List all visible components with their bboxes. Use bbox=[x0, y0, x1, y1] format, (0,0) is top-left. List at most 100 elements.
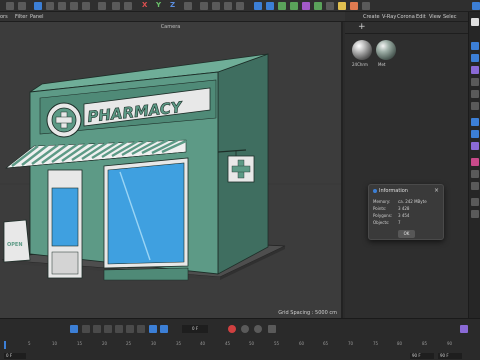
render-settings-icon[interactable] bbox=[224, 2, 232, 10]
array-icon[interactable] bbox=[290, 2, 298, 10]
tick-label: 45 bbox=[225, 341, 231, 346]
brush-icon[interactable] bbox=[98, 2, 106, 10]
lock-icon[interactable] bbox=[124, 2, 132, 10]
autokey-icon[interactable] bbox=[241, 325, 249, 333]
tick-label: 90 bbox=[447, 341, 453, 346]
3d-viewport[interactable]: Camera PHARMACY OPEN Grid Spacing: 5000… bbox=[0, 22, 343, 318]
menu-panel[interactable]: Panel bbox=[30, 14, 44, 20]
live-selection-icon[interactable] bbox=[34, 2, 42, 10]
menu-view[interactable]: View bbox=[429, 14, 441, 20]
material-manager-tools: + bbox=[345, 22, 468, 34]
settings-icon[interactable] bbox=[460, 325, 468, 333]
next-key-icon[interactable] bbox=[126, 325, 134, 333]
edit-render-icon[interactable] bbox=[236, 2, 244, 10]
ok-button[interactable]: OK bbox=[398, 230, 415, 238]
polygons-mode-icon[interactable] bbox=[471, 66, 479, 74]
mirror-icon[interactable] bbox=[471, 158, 479, 166]
add-icon[interactable]: + bbox=[358, 22, 366, 32]
tag-icon[interactable] bbox=[362, 2, 370, 10]
tick-label: 85 bbox=[422, 341, 428, 346]
edges-mode-icon[interactable] bbox=[471, 54, 479, 62]
info-label: Points: bbox=[373, 206, 387, 211]
next-frame-icon[interactable] bbox=[115, 325, 123, 333]
motion-icon[interactable] bbox=[268, 325, 276, 333]
render-view-icon[interactable] bbox=[212, 2, 220, 10]
camera-icon[interactable] bbox=[326, 2, 334, 10]
goto-start-icon[interactable] bbox=[70, 325, 78, 333]
material-ball-metal[interactable] bbox=[376, 40, 396, 60]
move-icon[interactable] bbox=[46, 2, 54, 10]
material-manager-menu: Create V-Ray Corona Edit View Selec bbox=[345, 12, 468, 22]
goto-end-icon[interactable] bbox=[137, 325, 145, 333]
timeline-ruler[interactable]: 5 10 15 20 25 30 35 40 45 50 55 60 65 70… bbox=[4, 341, 466, 349]
axis-icon[interactable] bbox=[471, 102, 479, 110]
menu-corona[interactable]: Corona bbox=[397, 14, 415, 20]
transform-icon[interactable] bbox=[82, 2, 90, 10]
max-frame-field[interactable]: 90 F bbox=[438, 353, 462, 359]
cube-icon[interactable] bbox=[254, 2, 262, 10]
model-mode-icon[interactable] bbox=[471, 18, 479, 26]
axis-z-toggle[interactable]: Z bbox=[170, 1, 175, 9]
redo-icon[interactable] bbox=[18, 2, 26, 10]
grid-spacing-label: Grid Spacing : 5000 cm bbox=[278, 310, 337, 316]
cinema-logo-icon bbox=[373, 189, 377, 193]
material-label: Met bbox=[378, 62, 386, 67]
axis-x-toggle[interactable]: X bbox=[142, 1, 147, 9]
workplane-icon[interactable] bbox=[471, 170, 479, 178]
snap-settings-icon[interactable] bbox=[471, 198, 479, 206]
menu-create[interactable]: Create bbox=[363, 14, 380, 20]
subdivision-icon[interactable] bbox=[278, 2, 286, 10]
grid-icon[interactable] bbox=[471, 182, 479, 190]
material-ball-chrome[interactable] bbox=[352, 40, 372, 60]
deformer-icon[interactable] bbox=[302, 2, 310, 10]
keyframe-selection-icon[interactable] bbox=[254, 325, 262, 333]
light-icon[interactable] bbox=[338, 2, 346, 10]
main-toolbar: X Y Z bbox=[0, 0, 480, 12]
record-icon[interactable] bbox=[228, 325, 236, 333]
sculpt-icon[interactable] bbox=[471, 130, 479, 138]
tick-label: 5 bbox=[28, 341, 31, 346]
menu-edit[interactable]: Edit bbox=[416, 14, 426, 20]
loop-icon[interactable] bbox=[149, 325, 157, 333]
tick-label: 30 bbox=[151, 341, 157, 346]
prev-key-icon[interactable] bbox=[82, 325, 90, 333]
layout-icon[interactable] bbox=[472, 2, 480, 10]
current-frame-field[interactable]: 0 F bbox=[182, 325, 208, 333]
axis-y-toggle[interactable]: Y bbox=[156, 1, 161, 9]
material-icon[interactable] bbox=[350, 2, 358, 10]
snap-icon[interactable] bbox=[112, 2, 120, 10]
menu-vray[interactable]: V-Ray bbox=[382, 14, 396, 20]
information-dialog: Information × Memory: ca. 242 MByte Poin… bbox=[368, 184, 444, 240]
open-sandwich-board bbox=[3, 219, 31, 263]
menu-objects[interactable]: ors bbox=[0, 14, 8, 20]
start-frame-field[interactable]: 0 F bbox=[4, 353, 26, 359]
menu-select[interactable]: Selec bbox=[443, 14, 456, 20]
menu-filter[interactable]: Filter bbox=[15, 14, 27, 20]
render-region-icon[interactable] bbox=[200, 2, 208, 10]
points-mode-icon[interactable] bbox=[471, 42, 479, 50]
tick-label: 25 bbox=[126, 341, 132, 346]
rotate-icon[interactable] bbox=[70, 2, 78, 10]
tick-label: 70 bbox=[348, 341, 354, 346]
playhead[interactable] bbox=[4, 341, 6, 349]
pen-icon[interactable] bbox=[266, 2, 274, 10]
scale-icon[interactable] bbox=[58, 2, 66, 10]
coordinate-system-icon[interactable] bbox=[184, 2, 192, 10]
tick-label: 75 bbox=[373, 341, 379, 346]
play-icon[interactable] bbox=[104, 325, 112, 333]
info-value: ca. 242 MByte bbox=[398, 199, 427, 204]
prev-frame-icon[interactable] bbox=[93, 325, 101, 333]
text-icon[interactable] bbox=[471, 78, 479, 86]
end-frame-field[interactable]: 90 F bbox=[410, 353, 434, 359]
scene-render: PHARMACY OPEN bbox=[0, 53, 341, 281]
object-mode-icon[interactable] bbox=[471, 118, 479, 126]
floor-icon[interactable] bbox=[314, 2, 322, 10]
paint-icon[interactable] bbox=[471, 142, 479, 150]
undo-icon[interactable] bbox=[6, 2, 14, 10]
lock-workplane-icon[interactable] bbox=[471, 210, 479, 218]
hanging-cross-horizontal bbox=[231, 165, 251, 173]
range-icon[interactable] bbox=[160, 325, 168, 333]
emblem-cross-horizontal bbox=[55, 116, 73, 124]
uv-icon[interactable] bbox=[471, 90, 479, 98]
close-icon[interactable]: × bbox=[434, 187, 439, 194]
